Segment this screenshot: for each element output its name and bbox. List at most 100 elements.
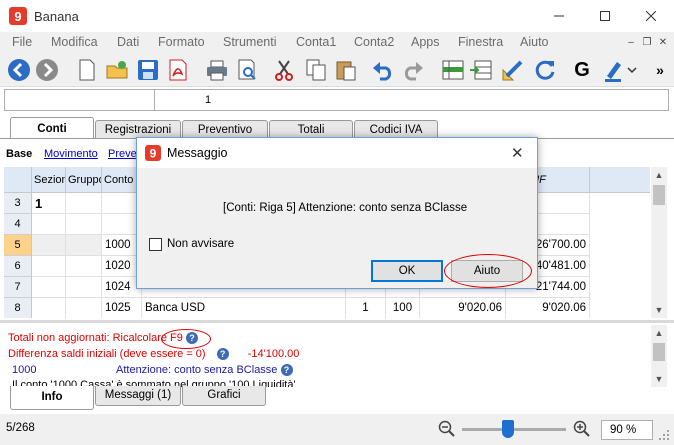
cell-sezione[interactable] (32, 235, 66, 256)
tab-messaggi[interactable]: Messaggi (1) (95, 386, 181, 406)
formula-bar[interactable]: 1 (4, 89, 669, 111)
view-preventivo[interactable]: Preve (108, 148, 137, 160)
row-number[interactable]: 8 (4, 298, 32, 318)
row-number[interactable]: 3 (4, 193, 32, 214)
view-movimento[interactable]: Movimento (44, 148, 98, 160)
save-button[interactable] (135, 57, 161, 83)
scroll-thumb[interactable] (653, 185, 665, 205)
resize-grip-icon[interactable] (658, 429, 670, 441)
undo-button[interactable] (370, 57, 396, 83)
cell-descrizione[interactable]: Banca USD (142, 298, 346, 318)
cell-gruppo[interactable] (66, 235, 102, 256)
mdi-restore-icon[interactable]: ❐ (640, 36, 654, 49)
forward-arrow-icon (36, 59, 58, 81)
mdi-close-icon[interactable]: ✕ (656, 36, 670, 49)
print-preview-button[interactable] (234, 57, 260, 83)
toolbar: G » (0, 53, 674, 87)
column-header-gruppo[interactable]: Gruppo (66, 167, 102, 193)
tab-info[interactable]: Info (10, 386, 94, 410)
menu-apps[interactable]: Apps (411, 35, 440, 49)
scroll-up-icon[interactable]: ▲ (651, 167, 667, 183)
maximize-button[interactable] (582, 0, 628, 32)
menu-file[interactable]: File (12, 35, 32, 49)
info-account[interactable]: 1000 (12, 364, 36, 376)
font-button[interactable]: G (569, 57, 595, 83)
scroll-thumb[interactable] (653, 343, 665, 361)
minimize-icon (554, 15, 564, 17)
cell-saldo[interactable]: 9'020.06 (506, 298, 590, 318)
highlight-dropdown[interactable] (625, 57, 639, 83)
zoom-out-icon[interactable] (438, 420, 456, 438)
cell-sezione[interactable] (32, 256, 66, 277)
zoom-slider[interactable] (462, 428, 566, 431)
pencil-ruler-icon (502, 60, 523, 81)
row-number[interactable]: 7 (4, 277, 32, 298)
minimize-button[interactable] (536, 0, 582, 32)
cell-sezione[interactable] (32, 214, 66, 235)
zoom-in-icon[interactable] (573, 420, 591, 438)
table-scrollbar[interactable]: ▲ ▼ (651, 167, 667, 318)
menu-formato[interactable]: Formato (158, 35, 205, 49)
new-file-button[interactable] (74, 57, 100, 83)
toolbar-overflow-button[interactable]: » (650, 57, 670, 83)
tab-grafici[interactable]: Grafici (182, 386, 266, 406)
menu-conta2[interactable]: Conta2 (354, 35, 394, 49)
zoom-level[interactable]: 90 % (601, 420, 653, 440)
menu-dati[interactable]: Dati (117, 35, 139, 49)
redo-button[interactable] (400, 57, 426, 83)
cell-gruppo[interactable] (66, 298, 102, 318)
cell-sezione[interactable] (32, 277, 66, 298)
highlight-button[interactable] (601, 57, 627, 83)
insert-rows-button[interactable] (440, 57, 466, 83)
dont-warn-checkbox[interactable] (149, 238, 162, 251)
info-scrollbar[interactable]: ▲ ▼ (651, 325, 667, 387)
recalculate-button[interactable] (532, 57, 558, 83)
help-icon[interactable]: ? (216, 348, 229, 361)
cell-gruppo[interactable] (66, 277, 102, 298)
scroll-up-icon[interactable]: ▲ (651, 325, 667, 341)
row-number[interactable]: 6 (4, 256, 32, 277)
close-window-button[interactable] (628, 0, 674, 32)
print-button[interactable] (204, 57, 230, 83)
panel-splitter[interactable] (0, 320, 674, 323)
dialog-close-icon[interactable]: ✕ (511, 144, 524, 162)
scroll-down-icon[interactable]: ▼ (651, 371, 667, 387)
menu-modifica[interactable]: Modifica (51, 35, 98, 49)
append-rows-button[interactable] (468, 57, 494, 83)
cell-gruppo[interactable] (66, 193, 102, 214)
export-pdf-button[interactable] (165, 57, 191, 83)
cell-gruppo[interactable] (66, 256, 102, 277)
row-number[interactable]: 5 (4, 235, 32, 256)
back-button[interactable] (6, 57, 32, 83)
annotation-circle (161, 329, 211, 349)
forward-button[interactable] (34, 57, 60, 83)
paste-button[interactable] (333, 57, 359, 83)
new-file-icon (79, 59, 95, 81)
scroll-down-icon[interactable]: ▼ (651, 302, 667, 318)
cell-apertura[interactable]: 9'020.06 (420, 298, 506, 318)
edit-columns-button[interactable] (500, 57, 526, 83)
cell-sezione[interactable]: 1 (32, 193, 66, 214)
open-file-button[interactable] (104, 57, 130, 83)
view-base[interactable]: Base (6, 148, 32, 160)
zoom-slider-thumb[interactable] (502, 420, 514, 438)
menu-conta1[interactable]: Conta1 (296, 35, 336, 49)
copy-button[interactable] (303, 57, 329, 83)
column-header-rownum[interactable] (4, 167, 32, 193)
mdi-minimize-icon[interactable]: – (624, 36, 638, 49)
cell-conto[interactable]: 1025 (102, 298, 142, 318)
cell-gruppo[interactable] (66, 214, 102, 235)
cell-gr[interactable]: 100 (386, 298, 420, 318)
dont-warn-label[interactable]: Non avvisare (167, 238, 234, 250)
menu-finestra[interactable]: Finestra (458, 35, 503, 49)
tab-conti[interactable]: Conti (10, 117, 94, 139)
menu-aiuto[interactable]: Aiuto (520, 35, 549, 49)
cell-sezione[interactable] (32, 298, 66, 318)
column-header-sezione[interactable]: Sezione (32, 167, 66, 193)
menu-strumenti[interactable]: Strumenti (223, 35, 277, 49)
ok-button[interactable]: OK (371, 260, 443, 282)
cut-button[interactable] (271, 57, 297, 83)
row-number[interactable]: 4 (4, 214, 32, 235)
help-icon[interactable]: ? (280, 364, 293, 377)
cell-bclasse[interactable]: 1 (346, 298, 386, 318)
